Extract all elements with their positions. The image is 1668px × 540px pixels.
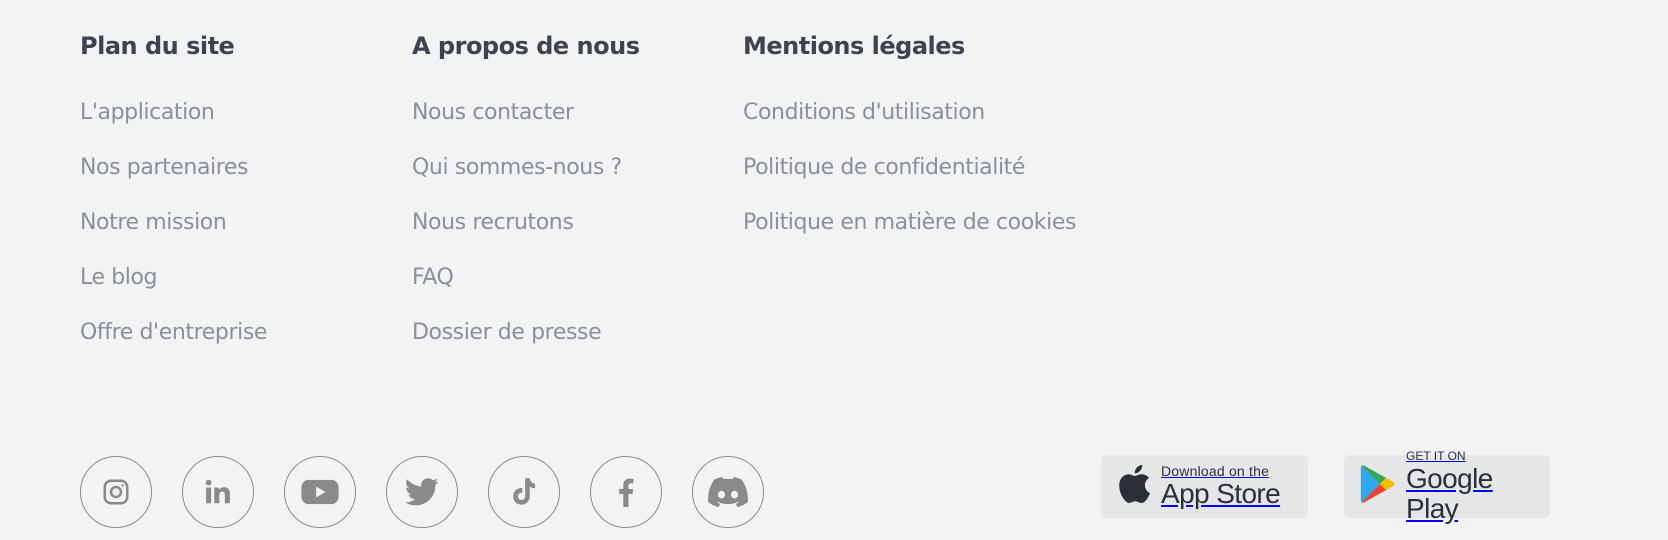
store-small-label: GET IT ON [1406,449,1466,463]
store-big-label: Google Play [1406,463,1493,524]
footer-link-faq[interactable]: FAQ [412,265,454,290]
site-footer: Plan du site L'application Nos partenair… [0,0,1668,540]
store-text: GET IT ON Google Play [1406,449,1550,524]
footer-link-careers[interactable]: Nous recrutons [412,210,574,235]
app-store-badge[interactable]: Download on the App Store [1101,455,1308,518]
instagram-icon [101,477,131,507]
footer-link-partners[interactable]: Nos partenaires [80,155,249,180]
footer-column-sitemap: Plan du site L'application Nos partenair… [80,28,267,373]
facebook-button[interactable] [590,456,662,528]
discord-button[interactable] [692,456,764,528]
tiktok-icon [510,477,538,507]
footer-column-about: A propos de nous Nous contacter Qui somm… [412,28,640,373]
google-play-badge[interactable]: GET IT ON Google Play [1344,449,1550,524]
store-big-label: App Store [1161,478,1281,509]
footer-link-blog[interactable]: Le blog [80,265,158,290]
twitter-button[interactable] [386,456,458,528]
tiktok-button[interactable] [488,456,560,528]
footer-link-privacy[interactable]: Politique de confidentialité [743,155,1025,180]
twitter-icon [405,477,439,507]
youtube-button[interactable] [284,456,356,528]
apple-icon [1117,464,1151,509]
column-title: Plan du site [80,32,235,60]
column-title: Mentions légales [743,32,965,60]
footer-column-legal: Mentions légales Conditions d'utilisatio… [743,28,1076,263]
footer-link-terms[interactable]: Conditions d'utilisation [743,100,985,125]
linkedin-button[interactable] [182,456,254,528]
footer-link-cookies[interactable]: Politique en matière de cookies [743,210,1076,235]
discord-icon [708,477,748,507]
footer-link-business-offer[interactable]: Offre d'entreprise [80,320,267,345]
linkedin-icon [203,477,233,507]
store-small-label: Download on the [1161,463,1270,479]
google-play-icon [1360,464,1396,509]
link-list: L'application Nos partenaires Notre miss… [80,98,267,373]
instagram-button[interactable] [80,456,152,528]
footer-link-press-kit[interactable]: Dossier de presse [412,320,602,345]
column-title: A propos de nous [412,32,640,60]
social-links [80,456,764,528]
footer-link-contact[interactable]: Nous contacter [412,100,574,125]
footer-link-who-we-are[interactable]: Qui sommes-nous ? [412,155,622,180]
link-list: Nous contacter Qui sommes-nous ? Nous re… [412,98,640,373]
link-list: Conditions d'utilisation Politique de co… [743,98,1076,263]
facebook-icon [616,477,636,507]
footer-link-mission[interactable]: Notre mission [80,210,227,235]
youtube-icon [300,477,340,507]
store-text: Download on the App Store [1161,463,1281,509]
footer-link-application[interactable]: L'application [80,100,215,125]
